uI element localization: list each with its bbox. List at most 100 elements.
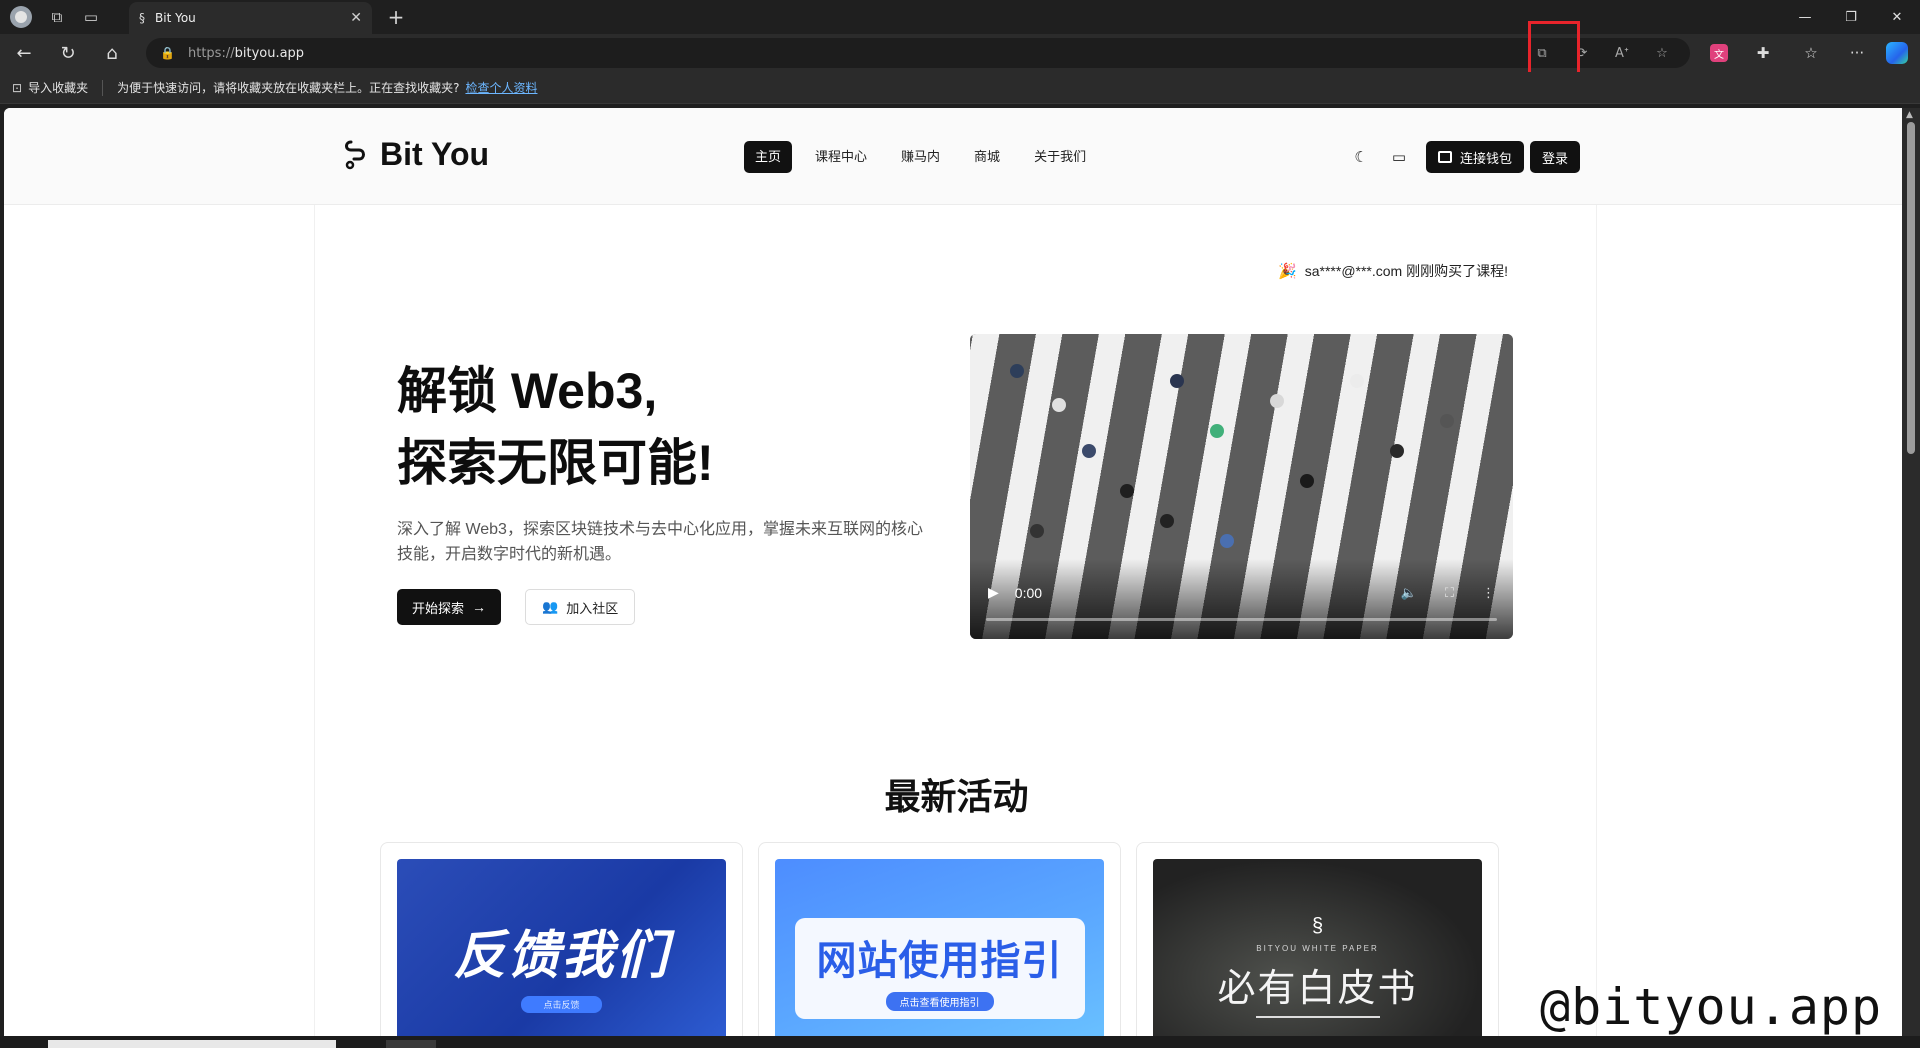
more-menu-icon[interactable]: ··· (1840, 38, 1874, 68)
feedback-banner: 反馈我们 点击反馈 (397, 859, 726, 1036)
video-progress-bar[interactable] (986, 618, 1497, 621)
start-explore-button[interactable]: 开始探索 → (397, 589, 502, 625)
purchase-notice-text: sa****@***.com 刚刚购买了课程! (1304, 263, 1508, 279)
scroll-up-icon[interactable]: ▲ (1906, 110, 1913, 120)
favorites-icon[interactable]: ☆ (1794, 38, 1828, 68)
scrollbar-thumb[interactable] (1907, 122, 1915, 454)
refresh-icon: ↻ (60, 42, 76, 64)
bityou-logo-icon (345, 140, 365, 169)
nav-item-about[interactable]: 关于我们 (1023, 141, 1097, 173)
import-favorites[interactable]: ⊡ 导入收藏夹 (12, 79, 88, 96)
connect-wallet-label: 连接钱包 (1460, 150, 1513, 166)
purchase-notice: 🎉 sa****@***.com 刚刚购买了课程! (1278, 261, 1508, 281)
lock-icon[interactable]: 🔒 (160, 46, 175, 60)
video-pedestrian (1082, 444, 1096, 458)
fullscreen-icon[interactable]: ⛶ (1445, 585, 1454, 601)
browser-toolbar: ← ↻ ⌂ 🔒 https://bityou.app ⧉ ⟳ Aᐩ ☆ 文 ✚ … (0, 34, 1920, 72)
close-window-icon[interactable]: ✕ (1874, 0, 1920, 34)
back-button[interactable]: ← (4, 37, 44, 69)
watermark-text: @bityou.app (1540, 978, 1883, 1036)
theme-toggle-button[interactable]: ☾ (1344, 140, 1378, 174)
video-pedestrian (1120, 484, 1134, 498)
favorites-bar: ⊡ 导入收藏夹 为便于快速访问，请将收藏夹放在收藏夹栏上。正在查找收藏夹? 检查… (0, 72, 1920, 104)
feedback-sub-button: 点击反馈 (521, 996, 602, 1013)
page-viewport: Bit You 主页 课程中心 赚马内 商城 关于我们 ☾ ▭ 连接钱包 登录 … (4, 108, 1902, 1036)
feedback-headline: 反馈我们 (453, 927, 670, 985)
extensions-puzzle-icon[interactable]: ✚ (1746, 38, 1780, 68)
tab-actions-icon[interactable]: ▭ (74, 0, 108, 34)
connect-wallet-button[interactable]: 连接钱包 (1426, 141, 1525, 173)
import-favorites-label: 导入收藏夹 (28, 81, 89, 95)
hero-buttons: 开始探索 → 👥 加入社区 (397, 589, 636, 625)
video-controls-left: ▶ 0:00 (988, 584, 1042, 601)
hero-description: 深入了解 Web3，探索区块链技术与去中心化应用，掌握未来互联网的核心技能，开启… (397, 521, 923, 563)
brand-logo[interactable]: Bit You (342, 136, 489, 173)
video-pedestrian (1440, 414, 1454, 428)
whitepaper-subtitle: BITYOU WHITE PAPER (1256, 943, 1379, 953)
translate-extension-icon: 文 (1710, 44, 1728, 62)
users-icon: 👥 (542, 599, 559, 614)
video-pedestrian (1300, 474, 1314, 488)
nav-item-earn[interactable]: 赚马内 (890, 141, 951, 173)
check-profile-link[interactable]: 检查个人资料 (465, 79, 537, 96)
minimize-icon[interactable]: — (1782, 0, 1828, 34)
video-more-icon[interactable]: ⋮ (1482, 585, 1495, 601)
video-pedestrian (1350, 374, 1364, 388)
browser-tab-bityou[interactable]: § Bit You ✕ (129, 2, 372, 34)
taskbar-window[interactable] (386, 1040, 436, 1048)
taskbar-window[interactable] (48, 1040, 336, 1048)
video-pedestrian (1390, 444, 1404, 458)
window-controls: — ❐ ✕ (1782, 0, 1920, 34)
main-content: 🎉 sa****@***.com 刚刚购买了课程! 解锁 Web3, 探索无限可… (314, 205, 1597, 1036)
nav-item-shop[interactable]: 商城 (963, 141, 1011, 173)
message-icon: ▭ (1391, 149, 1407, 166)
home-button[interactable]: ⌂ (92, 37, 132, 69)
wallet-icon (1438, 151, 1452, 163)
whitepaper-underline (1255, 1015, 1380, 1018)
join-community-button[interactable]: 👥 加入社区 (525, 589, 636, 625)
profile-avatar[interactable] (10, 6, 32, 28)
guide-sub-button: 点击查看使用指引 (885, 991, 994, 1011)
nav-item-home[interactable]: 主页 (744, 141, 793, 173)
restore-icon[interactable]: ❐ (1828, 0, 1874, 34)
import-folder-icon: ⊡ (12, 80, 23, 95)
start-explore-label: 开始探索 (412, 600, 465, 616)
play-icon[interactable]: ▶ (988, 584, 999, 601)
message-button[interactable]: ▭ (1382, 140, 1416, 174)
hero-video-player[interactable]: ▶ 0:00 🔈 ⛶ ⋮ (970, 334, 1513, 639)
url-host: bityou.app (234, 45, 305, 61)
video-pedestrian (1210, 424, 1224, 438)
guide-panel: 网站使用指引 点击查看使用指引 (794, 917, 1085, 1019)
refresh-button[interactable]: ↻ (48, 37, 88, 69)
video-pedestrian (1052, 398, 1066, 412)
divider (102, 79, 104, 96)
copilot-icon (1886, 42, 1908, 64)
bityou-small-logo-icon: § (1311, 914, 1324, 937)
whitepaper-headline: 必有白皮书 (1217, 967, 1418, 1010)
copilot-button[interactable] (1880, 38, 1914, 68)
party-popper-icon: 🎉 (1278, 263, 1297, 280)
page-scrollbar[interactable]: ▲ (1902, 108, 1920, 1036)
activity-card-guide[interactable]: 网站使用指引 点击查看使用指引 (758, 842, 1121, 1036)
workspaces-icon[interactable]: ⧉ (40, 0, 74, 34)
address-bar[interactable]: 🔒 https://bityou.app ⧉ ⟳ Aᐩ ☆ (146, 38, 1690, 68)
login-button[interactable]: 登录 (1530, 141, 1581, 173)
video-pedestrian (1220, 534, 1234, 548)
favorites-hint: 为便于快速访问，请将收藏夹放在收藏夹栏上。正在查找收藏夹? (117, 81, 460, 95)
guide-headline: 网站使用指引 (816, 938, 1063, 983)
nav-item-courses[interactable]: 课程中心 (804, 141, 878, 173)
favorite-star-icon[interactable]: ☆ (1642, 46, 1682, 61)
video-controls-right: 🔈 ⛶ ⋮ (1373, 585, 1495, 601)
new-tab-button[interactable]: + (381, 2, 411, 32)
whitepaper-banner: § BITYOU WHITE PAPER 必有白皮书 (1153, 859, 1482, 1036)
activity-card-feedback[interactable]: 反馈我们 点击反馈 (380, 842, 743, 1036)
close-tab-icon[interactable]: ✕ (350, 10, 362, 26)
video-pedestrian (1170, 374, 1184, 388)
avatar-icon (15, 11, 27, 23)
activity-card-whitepaper[interactable]: § BITYOU WHITE PAPER 必有白皮书 (1136, 842, 1499, 1036)
main-nav: 主页 课程中心 赚马内 商城 关于我们 (744, 141, 1109, 173)
read-aloud-icon[interactable]: Aᐩ (1602, 46, 1642, 61)
site-header: Bit You 主页 课程中心 赚马内 商城 关于我们 ☾ ▭ 连接钱包 登录 (4, 108, 1902, 205)
volume-icon[interactable]: 🔈 (1401, 585, 1417, 601)
extension-button[interactable]: 文 (1702, 38, 1736, 68)
